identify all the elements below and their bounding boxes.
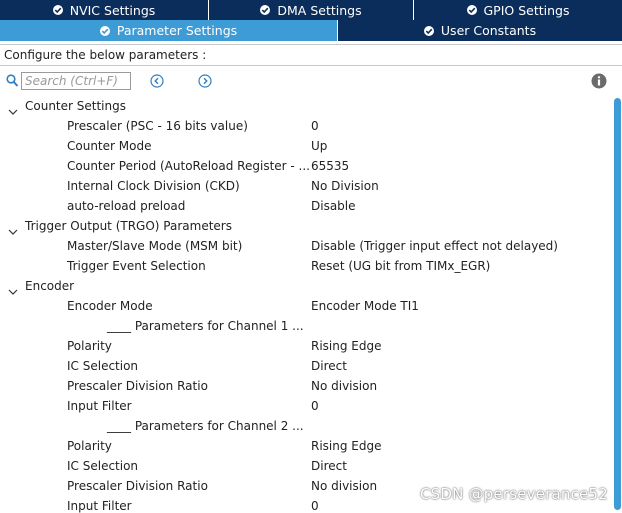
param-value[interactable]: No division — [311, 476, 377, 496]
search-icon — [6, 74, 19, 91]
group-label: Counter Settings — [25, 99, 126, 113]
tabs-row-second: Parameter Settings User Constants — [0, 20, 622, 41]
param-value[interactable]: Up — [311, 136, 327, 156]
param-value[interactable]: Encoder Mode TI1 — [311, 296, 419, 316]
param-label: auto-reload preload — [67, 199, 186, 213]
param-label: Polarity — [67, 339, 112, 353]
param-value[interactable]: 65535 — [311, 156, 349, 176]
param-row[interactable]: IC Selection Direct — [0, 456, 612, 476]
check-circle-icon — [260, 5, 271, 15]
param-value[interactable]: No Division — [311, 176, 379, 196]
param-value[interactable]: Direct — [311, 356, 347, 376]
param-value[interactable]: 0 — [311, 116, 319, 136]
param-row[interactable]: Counter Period (AutoReload Register - ..… — [0, 156, 612, 176]
param-label: Prescaler Division Ratio — [67, 379, 208, 393]
param-label: Prescaler (PSC - 16 bits value) — [67, 119, 248, 133]
next-icon[interactable] — [198, 74, 212, 88]
param-value[interactable]: No division — [311, 376, 377, 396]
subsection-label: ____ Parameters for Channel 2 ... — [107, 419, 304, 433]
param-row[interactable]: Encoder Mode Encoder Mode TI1 — [0, 296, 612, 316]
param-label: Counter Period (AutoReload Register - ..… — [67, 159, 310, 173]
info-icon[interactable] — [591, 73, 607, 89]
param-label: Polarity — [67, 439, 112, 453]
tab-label: DMA Settings — [277, 2, 362, 18]
param-row[interactable]: Input Filter 0 — [0, 396, 612, 416]
tabs-row-top: NVIC Settings DMA Settings GPIO Settings — [0, 0, 622, 20]
param-row[interactable]: Polarity Rising Edge — [0, 336, 612, 356]
tab-dma-settings[interactable]: DMA Settings — [209, 0, 414, 20]
param-value[interactable]: Disable (Trigger input effect not delaye… — [311, 236, 558, 256]
tab-label: Parameter Settings — [116, 23, 238, 38]
param-label: Counter Mode — [67, 139, 152, 153]
watermark: CSDN @perseverance52 — [419, 485, 608, 503]
param-value[interactable]: Direct — [311, 456, 347, 476]
param-row[interactable]: Master/Slave Mode (MSM bit) Disable (Trig… — [0, 236, 612, 256]
param-label: IC Selection — [67, 459, 139, 473]
subsection-header-channel-2: ____ Parameters for Channel 2 ... — [0, 416, 612, 436]
param-row[interactable]: Internal Clock Division (CKD) No Division — [0, 176, 612, 196]
param-row[interactable]: Counter Mode Up — [0, 136, 612, 156]
parameter-tree: Counter Settings Prescaler (PSC - 16 bit… — [0, 96, 612, 513]
param-label: Master/Slave Mode (MSM bit) — [67, 239, 243, 253]
check-circle-icon — [99, 25, 110, 36]
param-row[interactable]: Prescaler Division Ratio No division — [0, 376, 612, 396]
search-input[interactable] — [21, 72, 131, 90]
config-instructions: Configure the below parameters : — [0, 44, 622, 66]
scrollbar-thumb[interactable] — [614, 98, 621, 510]
param-label: Input Filter — [67, 499, 132, 513]
check-circle-icon — [466, 5, 477, 15]
tab-parameter-settings[interactable]: Parameter Settings — [0, 20, 338, 41]
group-header-encoder[interactable]: Encoder — [0, 276, 612, 296]
group-label: Encoder — [25, 279, 75, 293]
tab-label: NVIC Settings — [69, 2, 156, 18]
previous-icon[interactable] — [150, 74, 164, 88]
subsection-header-channel-1: ____ Parameters for Channel 1 ... — [0, 316, 612, 336]
param-value[interactable]: Reset (UG bit from TIMx_EGR) — [311, 256, 490, 276]
param-value[interactable]: 0 — [311, 496, 319, 513]
param-row[interactable]: auto-reload preload Disable — [0, 196, 612, 216]
tab-label: User Constants — [440, 23, 537, 38]
tab-gpio-settings[interactable]: GPIO Settings — [414, 0, 622, 20]
tab-nvic-settings[interactable]: NVIC Settings — [0, 0, 209, 20]
param-row[interactable]: Polarity Rising Edge — [0, 436, 612, 456]
param-value[interactable]: Disable — [311, 196, 356, 216]
group-header-trigger-output[interactable]: Trigger Output (TRGO) Parameters — [0, 216, 612, 236]
group-label: Trigger Output (TRGO) Parameters — [25, 219, 232, 233]
tab-label: GPIO Settings — [483, 2, 570, 18]
param-value[interactable]: 0 — [311, 396, 319, 416]
param-row[interactable]: Trigger Event Selection Reset (UG bit fro… — [0, 256, 612, 276]
param-value[interactable]: Rising Edge — [311, 336, 382, 356]
check-circle-icon — [423, 25, 434, 36]
group-header-counter-settings[interactable]: Counter Settings — [0, 96, 612, 116]
param-label: Prescaler Division Ratio — [67, 479, 208, 493]
param-row[interactable]: IC Selection Direct — [0, 356, 612, 376]
param-label: IC Selection — [67, 359, 139, 373]
check-circle-icon — [52, 5, 63, 15]
param-label: Encoder Mode — [67, 299, 153, 313]
param-row[interactable]: Prescaler (PSC - 16 bits value) 0 — [0, 116, 612, 136]
toolbar — [0, 70, 622, 94]
param-label: Trigger Event Selection — [67, 259, 206, 273]
param-label: Input Filter — [67, 399, 132, 413]
subsection-label: ____ Parameters for Channel 1 ... — [107, 319, 304, 333]
param-value[interactable]: Rising Edge — [311, 436, 382, 456]
tab-user-constants[interactable]: User Constants — [338, 20, 622, 41]
param-label: Internal Clock Division (CKD) — [67, 179, 240, 193]
